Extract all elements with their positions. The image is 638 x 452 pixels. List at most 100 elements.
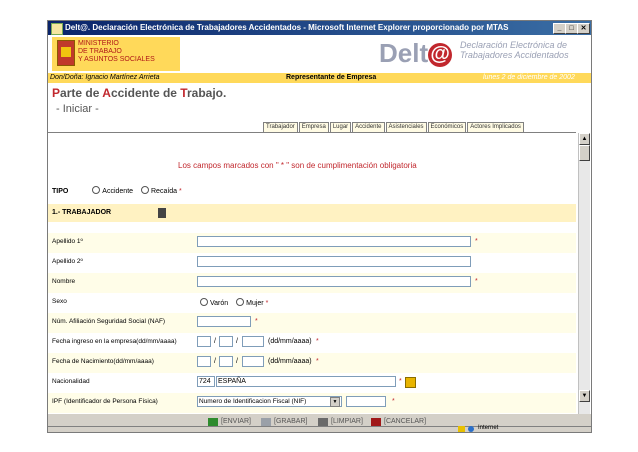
apellido1-input[interactable]: [197, 236, 471, 247]
scroll-thumb[interactable]: [579, 145, 590, 161]
required-marker: *: [255, 318, 258, 325]
tab-lugar[interactable]: Lugar: [329, 122, 352, 132]
naf-input[interactable]: [197, 316, 251, 327]
delta-logo: Delt @: [379, 38, 453, 68]
fecha-ingreso-day[interactable]: [197, 336, 211, 347]
scroll-down-button[interactable]: ▼: [579, 390, 590, 402]
row-fecha-ingreso: Fecha ingreso en la empresa(dd/mm/aaaa) …: [48, 333, 576, 354]
row-nacionalidad: Nacionalidad 724 ESPAÑA *: [48, 373, 576, 394]
title-part-3: rabajo.: [186, 86, 227, 100]
subtitle-line-1: Declaración Electrónica de: [460, 40, 568, 50]
apellido2-input[interactable]: [197, 256, 471, 267]
app-header: MINISTERIO DE TRABAJO Y ASUNTOS SOCIALES…: [48, 35, 591, 73]
vertical-scrollbar[interactable]: ▲ ▼: [578, 133, 590, 414]
ipf-type-select[interactable]: Numero de Identificacion Fiscal (NIF) ▼: [197, 396, 342, 407]
apellido1-label: Apellido 1º: [52, 238, 83, 245]
apellido2-label: Apellido 2º: [52, 258, 83, 265]
page-title: Parte de Accidente de Trabajo.: [52, 86, 226, 100]
tab-divider: [48, 132, 576, 133]
radio-accidente[interactable]: [92, 186, 101, 194]
sexo-label: Sexo: [52, 298, 67, 305]
row-apellido2: Apellido 2º: [48, 253, 576, 274]
radio-recaida[interactable]: [141, 186, 149, 194]
fecha-nac-year[interactable]: [242, 356, 264, 367]
lock-icon: [458, 426, 465, 432]
tab-empresa[interactable]: Empresa: [298, 122, 329, 132]
page-subtitle: - Iniciar -: [56, 103, 99, 115]
required-marker: *: [475, 278, 478, 285]
radio-mujer-label: Mujer: [246, 300, 264, 307]
coat-of-arms-icon: [57, 40, 75, 66]
nacionalidad-label: Nacionalidad: [52, 378, 90, 385]
date-separator: /: [214, 338, 216, 345]
section-header-trabajador: 1.- TRABAJADOR: [48, 204, 576, 222]
tab-strip: Trabajador Empresa Lugar Accidente Asist…: [263, 122, 524, 132]
date-format-hint: (dd/mm/aaaa): [268, 358, 312, 365]
title-cap-a: A: [102, 86, 111, 100]
section-title: 1.- TRABAJADOR: [52, 209, 112, 216]
ie-page-icon: [51, 23, 63, 35]
tab-trabajador[interactable]: Trabajador: [263, 122, 298, 132]
logo-text: Delt: [379, 38, 429, 68]
required-marker: *: [316, 338, 319, 345]
nombre-input[interactable]: [197, 276, 471, 287]
title-bar: Delt@. Declaración Electrónica de Trabaj…: [48, 21, 591, 35]
date-format-hint: (dd/mm/aaaa): [268, 338, 312, 345]
browser-window: Delt@. Declaración Electrónica de Trabaj…: [47, 20, 592, 433]
fecha-nac-day[interactable]: [197, 356, 211, 367]
ipf-number-input[interactable]: [346, 396, 386, 407]
sexo-options: Varón Mujer *: [200, 298, 268, 307]
nacionalidad-input[interactable]: ESPAÑA: [216, 376, 396, 387]
fecha-nacimiento-label: Fecha de Nacimiento(dd/mm/aaaa): [52, 358, 154, 365]
row-sexo: Sexo Varón Mujer *: [48, 293, 576, 314]
row-fecha-nacimiento: Fecha de Nacimiento(dd/mm/aaaa) / / (dd/…: [48, 353, 576, 374]
edit-icon[interactable]: [158, 208, 166, 218]
ipf-label: IPF (Identificador de Persona Física): [52, 398, 158, 405]
required-marker: *: [265, 300, 269, 307]
subtitle-line-2: Trabajadores Accidentados: [460, 50, 569, 60]
nacionalidad-code-input[interactable]: 724: [197, 376, 215, 387]
tab-actores-implicados[interactable]: Actores Implicados: [467, 122, 524, 132]
ipf-select-value: Numero de Identificacion Fiscal (NIF): [199, 398, 307, 405]
ministry-line-1: MINISTERIO: [78, 40, 119, 47]
date-separator: /: [214, 358, 216, 365]
scroll-up-button[interactable]: ▲: [579, 133, 590, 145]
title-cap-p: P: [52, 86, 61, 100]
required-marker: *: [475, 238, 478, 245]
tab-asistenciales[interactable]: Asistenciales: [385, 122, 427, 132]
action-bar: [ENVIAR] [GRABAR] [LIMPIAR] [CANCELAR]: [48, 414, 591, 427]
required-marker: *: [316, 358, 319, 365]
ministry-line-2: DE TRABAJO: [78, 48, 122, 55]
tab-accidente[interactable]: Accidente: [352, 122, 385, 132]
ministry-line-3: Y ASUNTOS SOCIALES: [78, 56, 155, 63]
fecha-ingreso-month[interactable]: [219, 336, 233, 347]
ministry-name: MINISTERIO DE TRABAJO Y ASUNTOS SOCIALES: [78, 40, 155, 64]
required-marker: *: [392, 398, 395, 405]
user-name: Don/Doña: Ignacio Martínez Arrieta: [50, 74, 160, 81]
radio-accidente-label: Accidente: [102, 188, 134, 195]
ministry-logo: MINISTERIO DE TRABAJO Y ASUNTOS SOCIALES: [52, 37, 180, 71]
radio-recaida-label: Recaída: [151, 188, 178, 195]
zone-label: Internet: [478, 425, 499, 431]
fecha-ingreso-label: Fecha ingreso en la empresa(dd/mm/aaaa): [52, 338, 177, 345]
tab-economicos[interactable]: Económicos: [427, 122, 467, 132]
fecha-nac-month[interactable]: [219, 356, 233, 367]
close-button[interactable]: ✕: [577, 23, 590, 34]
radio-varon[interactable]: [200, 298, 208, 306]
current-date: lunes 2 de diciembre de 2002: [483, 74, 575, 81]
chevron-down-icon[interactable]: ▼: [330, 397, 340, 407]
user-role: Representante de Empresa: [286, 74, 377, 81]
radio-mujer[interactable]: [236, 298, 245, 306]
row-ipf: IPF (Identificador de Persona Física) Nu…: [48, 393, 576, 414]
status-bar: Internet: [48, 425, 591, 432]
fecha-ingreso-year[interactable]: [242, 336, 264, 347]
form-content: Parte de Accidente de Trabajo. - Iniciar…: [48, 83, 591, 414]
logo-at: @: [428, 43, 453, 67]
required-fields-notice: Los campos marcados con " * " son de cum…: [178, 161, 417, 170]
tipo-row: TIPO Accidente Recaída *: [52, 186, 182, 195]
window-title: Delt@. Declaración Electrónica de Trabaj…: [65, 23, 509, 32]
row-apellido1: Apellido 1º *: [48, 233, 576, 254]
lookup-icon[interactable]: [405, 377, 416, 388]
app-subtitle: Declaración Electrónica de Trabajadores …: [460, 40, 569, 60]
row-nombre: Nombre *: [48, 273, 576, 294]
